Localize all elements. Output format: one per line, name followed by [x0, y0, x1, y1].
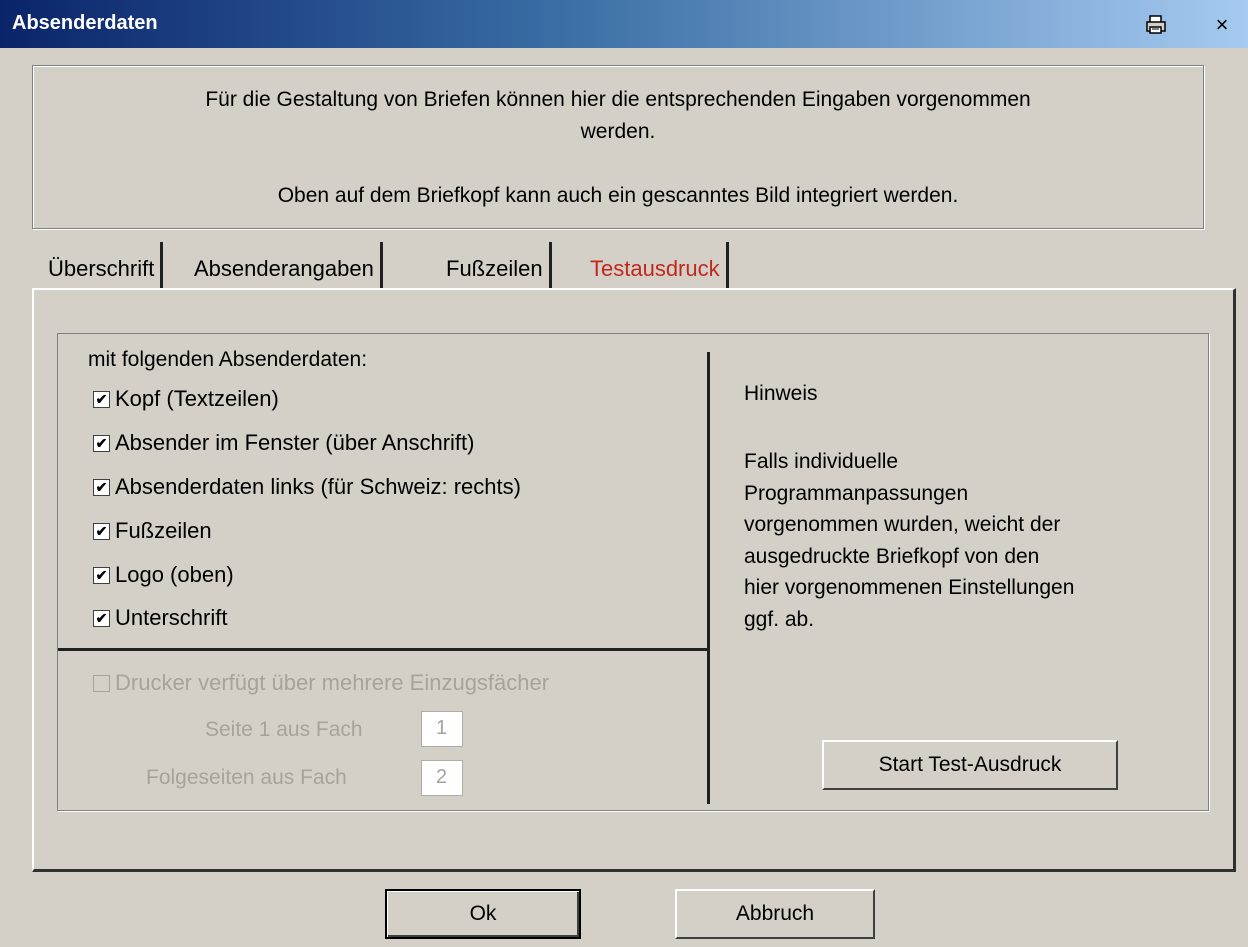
- checkbox-label: Logo (oben): [115, 562, 234, 587]
- following-tray-label: Folgeseiten aus Fach: [146, 766, 347, 789]
- horizontal-divider: [58, 648, 710, 651]
- checkbox-absenderdaten-links[interactable]: ✔ Absenderdaten links (für Schweiz: rech…: [93, 474, 521, 500]
- checkbox-label: Absender im Fenster (über Anschrift): [115, 430, 475, 455]
- page1-tray-label: Seite 1 aus Fach: [205, 718, 363, 741]
- checkbox-absender-fenster[interactable]: ✔ Absender im Fenster (über Anschrift): [93, 430, 474, 456]
- tab-testausdruck[interactable]: Testausdruck: [582, 242, 729, 290]
- check-icon: ✔: [93, 609, 110, 627]
- printer-icon[interactable]: [1142, 12, 1170, 38]
- checkbox-multi-tray[interactable]: ✔ Drucker verfügt über mehrere Einzugsfä…: [93, 670, 549, 696]
- note-line: hier vorgenommenen Einstellungen: [744, 576, 1075, 599]
- check-icon: ✔: [93, 390, 110, 408]
- note-line: vorgenommen wurden, weicht der: [744, 513, 1061, 536]
- window-title: Absenderdaten: [12, 12, 158, 34]
- title-bar: Absenderdaten ×: [0, 0, 1248, 48]
- note-line: Programmanpassungen: [744, 481, 969, 505]
- options-heading: mit folgenden Absenderdaten:: [88, 348, 368, 371]
- following-tray-field[interactable]: 2: [421, 760, 463, 796]
- page1-tray-field[interactable]: 1: [421, 711, 463, 747]
- checkbox-label: Unterschrift: [115, 605, 228, 630]
- info-line-2: werden.: [580, 120, 656, 143]
- check-icon: ✔: [93, 522, 110, 540]
- checkbox-box: ✔: [93, 674, 110, 692]
- checkbox-label: Fußzeilen: [115, 518, 212, 543]
- vertical-divider: [707, 352, 710, 804]
- check-icon: ✔: [93, 434, 110, 452]
- info-box: Für die Gestaltung von Briefen können hi…: [32, 65, 1204, 229]
- tab-ueberschrift[interactable]: Überschrift: [40, 242, 164, 290]
- checkbox-kopf[interactable]: ✔ Kopf (Textzeilen): [93, 386, 279, 412]
- start-test-print-button[interactable]: Start Test-Ausdruck: [822, 740, 1118, 790]
- cancel-button[interactable]: Abbruch: [675, 889, 875, 939]
- ok-button[interactable]: Ok: [385, 889, 581, 939]
- info-line-1: Für die Gestaltung von Briefen können hi…: [205, 88, 1031, 111]
- checkbox-label: Kopf (Textzeilen): [115, 386, 279, 411]
- tab-fusszeilen[interactable]: Fußzeilen: [438, 242, 552, 290]
- note-line: ggf. ab.: [744, 607, 815, 631]
- tab-absenderangaben[interactable]: Absenderangaben: [186, 242, 383, 290]
- checkbox-fusszeilen[interactable]: ✔ Fußzeilen: [93, 518, 212, 544]
- check-icon: ✔: [93, 478, 110, 496]
- note-text: Falls individuelle Programmanpassungen v…: [744, 446, 1074, 635]
- checkbox-logo[interactable]: ✔ Logo (oben): [93, 562, 234, 588]
- note-title: Hinweis: [744, 382, 818, 405]
- checkbox-unterschrift[interactable]: ✔ Unterschrift: [93, 605, 227, 631]
- checkbox-label: Drucker verfügt über mehrere Einzugsfäch…: [115, 670, 550, 695]
- check-icon: ✔: [93, 566, 110, 584]
- close-icon[interactable]: ×: [1208, 12, 1236, 38]
- note-line: Falls individuelle: [744, 450, 899, 473]
- info-line-3: Oben auf dem Briefkopf kann auch ein ges…: [277, 184, 959, 207]
- note-line: ausgedruckte Briefkopf von den: [744, 544, 1040, 568]
- checkbox-label: Absenderdaten links (für Schweiz: rechts…: [115, 474, 521, 499]
